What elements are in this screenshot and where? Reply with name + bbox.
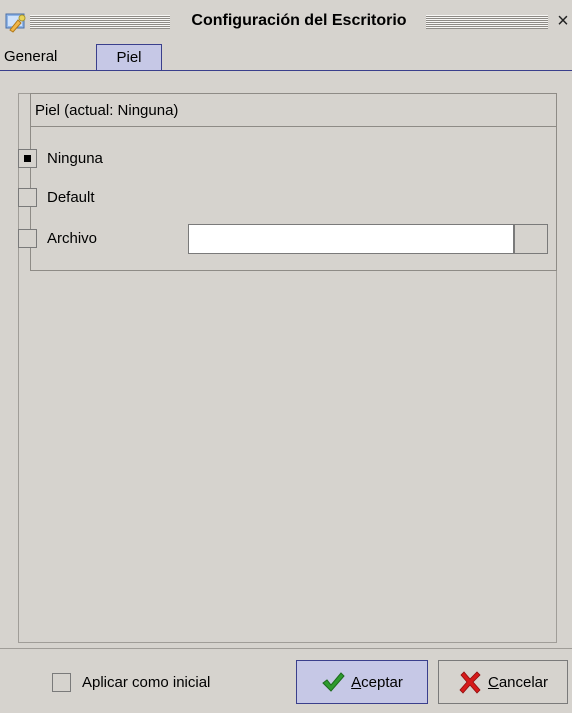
apply-as-initial-checkbox[interactable] bbox=[52, 673, 71, 692]
cancel-button[interactable]: Cancelar bbox=[438, 660, 568, 704]
desktop-settings-icon bbox=[5, 13, 26, 33]
option-default-label: Default bbox=[47, 189, 95, 206]
apply-as-initial-label: Aplicar como inicial bbox=[82, 674, 211, 691]
checked-mark-icon bbox=[24, 155, 31, 162]
title-grip-right bbox=[426, 15, 548, 29]
footer-divider bbox=[0, 648, 572, 649]
window-title: Configuración del Escritorio bbox=[191, 12, 407, 29]
accept-button[interactable]: Aceptar bbox=[296, 660, 428, 704]
tab-bar: General Piel bbox=[0, 40, 572, 70]
cancel-label: Cancelar bbox=[487, 673, 549, 691]
check-icon bbox=[322, 672, 345, 692]
default-checkbox[interactable] bbox=[18, 188, 37, 207]
archivo-checkbox[interactable] bbox=[18, 229, 37, 248]
accept-label: Aceptar bbox=[351, 673, 403, 691]
title-bar: Configuración del Escritorio × bbox=[0, 0, 572, 40]
title-grip-left bbox=[30, 15, 170, 29]
ninguna-checkbox[interactable] bbox=[18, 149, 37, 168]
tab-underline bbox=[0, 70, 572, 71]
skin-file-input[interactable] bbox=[188, 224, 514, 254]
tab-general[interactable]: General bbox=[0, 44, 96, 70]
browse-file-button[interactable] bbox=[514, 224, 548, 254]
option-archivo-label: Archivo bbox=[47, 230, 98, 247]
tab-piel[interactable]: Piel bbox=[96, 44, 162, 70]
skin-group-header: Piel (actual: Ninguna) bbox=[31, 94, 556, 127]
x-icon bbox=[459, 671, 481, 694]
option-ninguna-label: Ninguna bbox=[47, 150, 103, 167]
close-button[interactable]: × bbox=[554, 10, 572, 32]
